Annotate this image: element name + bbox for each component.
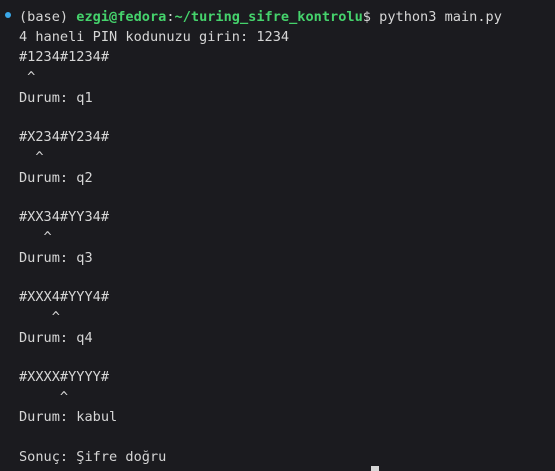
output-line-head-4: ^ bbox=[19, 309, 60, 325]
output-line-tape-1: #1234#1234# bbox=[19, 49, 110, 65]
text-cursor bbox=[371, 466, 379, 471]
output-line-tape-2: #X234#Y234# bbox=[19, 129, 110, 145]
prompt-line: (base) ezgi@fedora:~/turing_sifre_kontro… bbox=[19, 8, 502, 26]
output-line-head-3: ^ bbox=[19, 229, 52, 245]
prompt-symbol: $ bbox=[362, 9, 371, 25]
prompt-separator: : bbox=[166, 9, 175, 25]
user-host: ezgi@fedora bbox=[76, 9, 167, 25]
output-line-result: Sonuç: Şifre doğru bbox=[19, 449, 167, 465]
command-text: python3 main.py bbox=[379, 9, 502, 25]
output-line-head-2: ^ bbox=[19, 149, 44, 165]
conda-env: (base) bbox=[19, 9, 69, 25]
output-line-state-4: Durum: q4 bbox=[19, 330, 93, 346]
output-line-state-3: Durum: q3 bbox=[19, 250, 93, 266]
output-line-pin-input: 4 haneli PIN kodunuzu girin: 1234 bbox=[19, 29, 290, 45]
output-line-state-1: Durum: q1 bbox=[19, 90, 93, 106]
command-status-dot-icon bbox=[5, 12, 11, 18]
output-line-state-final: Durum: kabul bbox=[19, 409, 118, 425]
terminal-window[interactable]: (base) ezgi@fedora:~/turing_sifre_kontro… bbox=[0, 0, 555, 471]
output-line-tape-4: #XXX4#YYY4# bbox=[19, 289, 110, 305]
current-directory: ~/turing_sifre_kontrolu bbox=[174, 9, 363, 25]
output-line-tape-3: #XX34#YY34# bbox=[19, 209, 110, 225]
output-line-state-2: Durum: q2 bbox=[19, 170, 93, 186]
output-line-tape-5: #XXXX#YYYY# bbox=[19, 369, 110, 385]
output-line-head-1: ^ bbox=[19, 69, 36, 85]
output-line-head-5: ^ bbox=[19, 389, 69, 405]
